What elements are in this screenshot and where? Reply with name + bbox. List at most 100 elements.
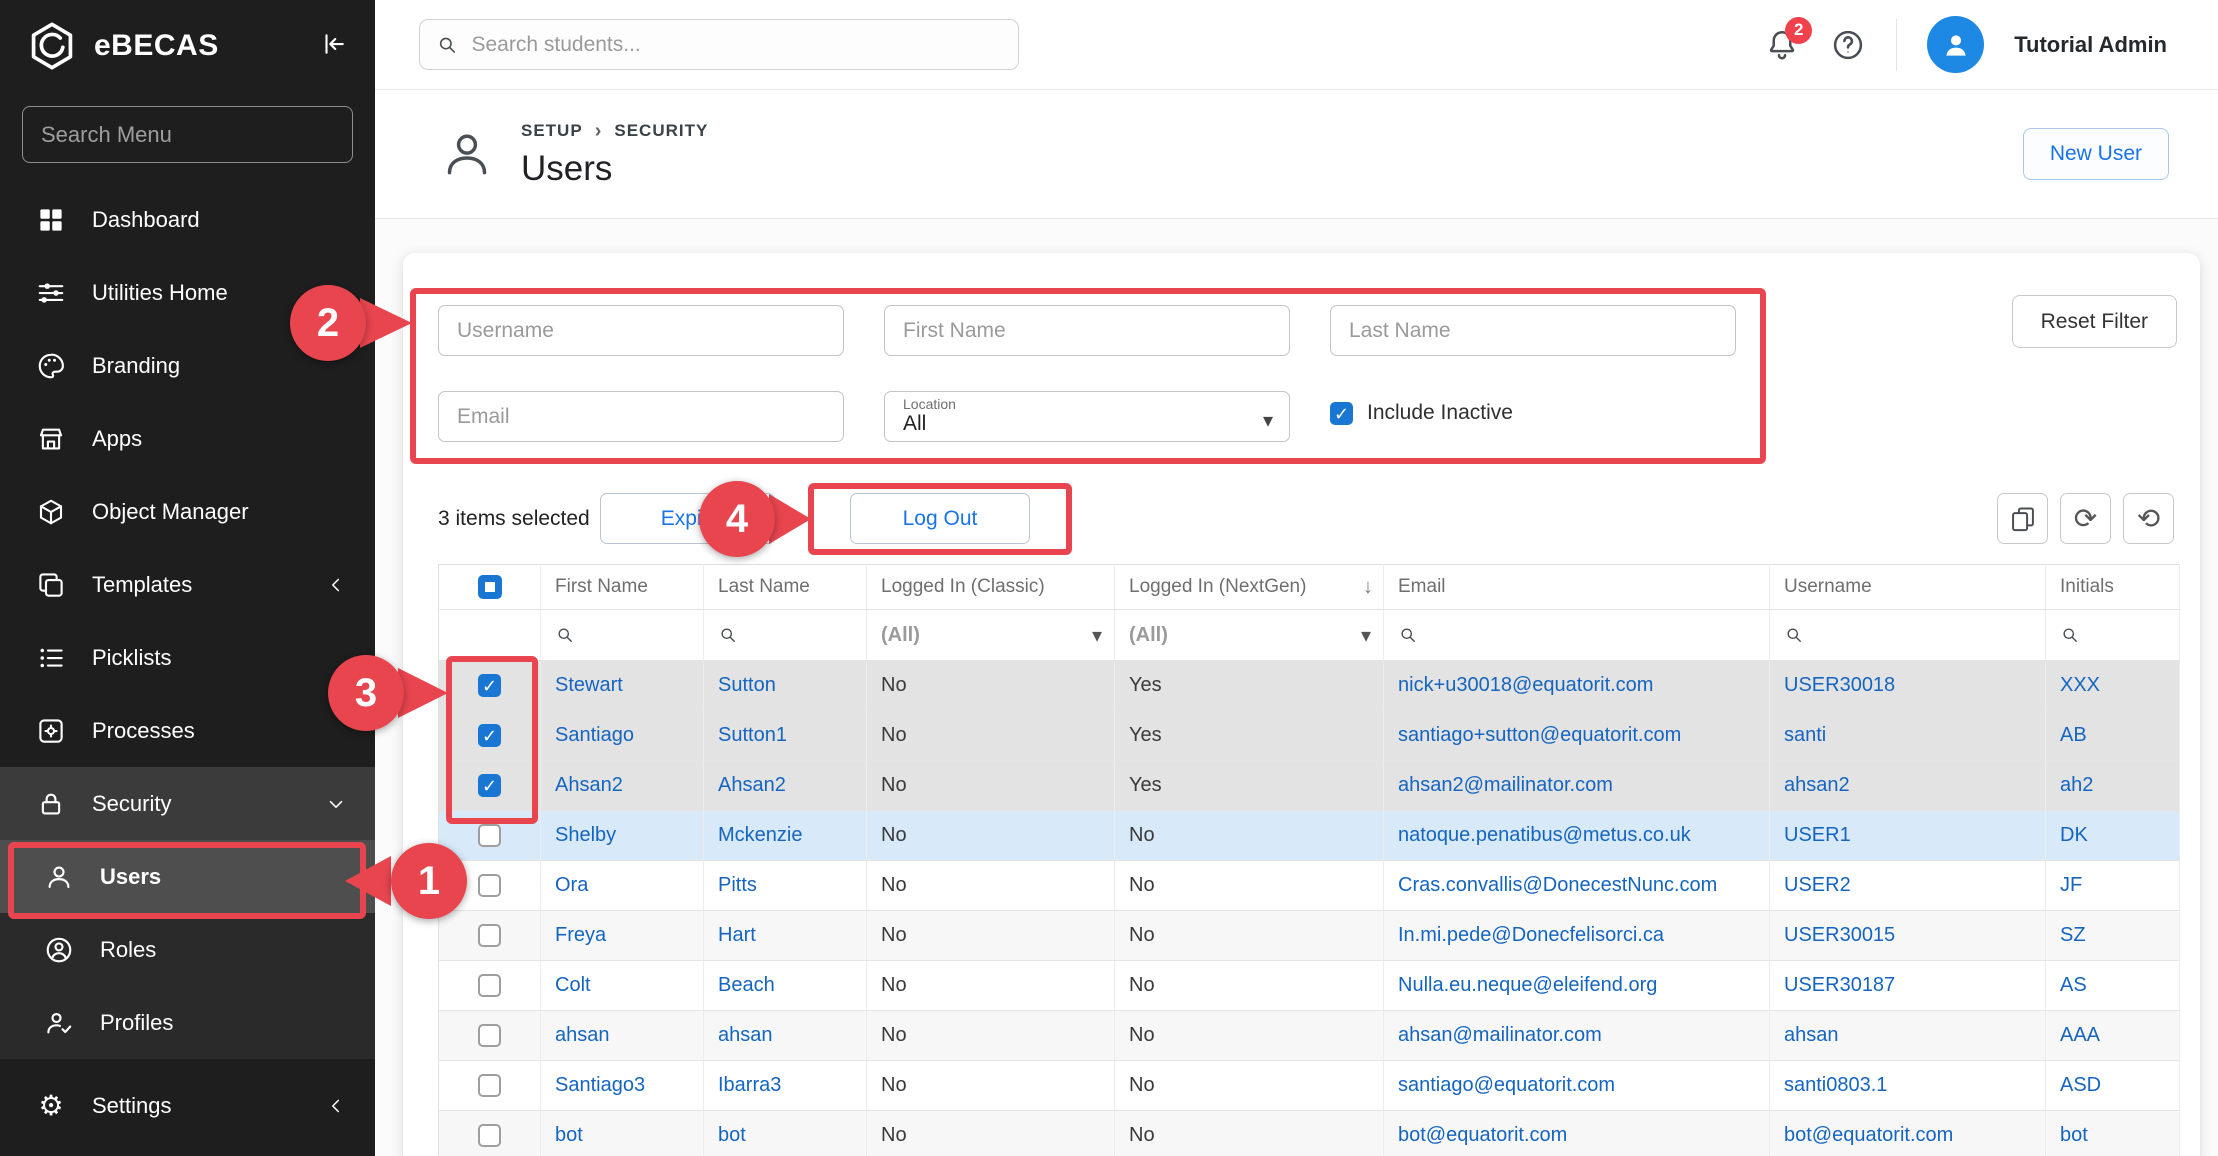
cell-last-name[interactable]: Beach — [718, 974, 775, 996]
log-out-button[interactable]: Log Out — [850, 493, 1030, 544]
avatar[interactable] — [1927, 16, 1984, 73]
sidebar-item-users[interactable]: Users — [0, 840, 375, 913]
cell-first-name[interactable]: Santiago — [555, 724, 634, 746]
cell-last-name[interactable]: Pitts — [718, 874, 757, 896]
cell-first-name[interactable]: Santiago3 — [555, 1074, 645, 1096]
row-checkbox[interactable] — [478, 1024, 501, 1047]
row-checkbox[interactable] — [478, 674, 501, 697]
table-row[interactable]: Santiago3 Ibarra3 No No santiago@equator… — [439, 1061, 2180, 1111]
row-checkbox[interactable] — [478, 774, 501, 797]
sidebar-item-security[interactable]: Security — [0, 767, 375, 840]
sidebar-item-branding[interactable]: Branding — [0, 329, 375, 402]
logged-in-nextgen-filter[interactable]: (All)▾ — [1115, 610, 1384, 661]
help-button[interactable] — [1830, 27, 1866, 63]
cell-email[interactable]: ahsan@mailinator.com — [1398, 1024, 1602, 1046]
export-button[interactable] — [1997, 493, 2048, 544]
column-header-first-name[interactable]: First Name — [541, 565, 704, 610]
cell-first-name[interactable]: ahsan — [555, 1024, 610, 1046]
last-name-filter-input[interactable] — [1330, 305, 1736, 356]
table-row[interactable]: Santiago Sutton1 No Yes santiago+sutton@… — [439, 711, 2180, 761]
cell-username[interactable]: USER1 — [1784, 824, 1851, 846]
cell-username[interactable]: USER30015 — [1784, 924, 1895, 946]
collapse-sidebar-icon[interactable] — [319, 29, 349, 64]
reset-filter-button[interactable]: Reset Filter — [2012, 295, 2177, 348]
breadcrumb-setup[interactable]: SETUP — [521, 121, 583, 141]
include-inactive-toggle[interactable]: Include Inactive — [1330, 401, 1513, 425]
cell-last-name[interactable]: Ibarra3 — [718, 1074, 781, 1096]
cell-initials[interactable]: DK — [2060, 824, 2088, 846]
cell-last-name[interactable]: Sutton — [718, 674, 776, 696]
row-checkbox[interactable] — [478, 724, 501, 747]
cell-initials[interactable]: ah2 — [2060, 774, 2093, 796]
table-row[interactable]: Stewart Sutton No Yes nick+u30018@equato… — [439, 661, 2180, 711]
column-header-username[interactable]: Username — [1770, 565, 2046, 610]
cell-initials[interactable]: XXX — [2060, 674, 2100, 696]
table-row[interactable]: Ahsan2 Ahsan2 No Yes ahsan2@mailinator.c… — [439, 761, 2180, 811]
sidebar-search-input[interactable] — [22, 106, 353, 163]
row-checkbox[interactable] — [478, 924, 501, 947]
cell-first-name[interactable]: bot — [555, 1124, 583, 1146]
column-header-last-name[interactable]: Last Name — [704, 565, 867, 610]
sidebar-item-settings[interactable]: ⚙ Settings — [0, 1069, 375, 1142]
cell-username[interactable]: santi — [1784, 724, 1826, 746]
cell-initials[interactable]: ASD — [2060, 1074, 2101, 1096]
column-header-logged-in-nextgen[interactable]: Logged In (NextGen)↓ — [1115, 565, 1384, 610]
location-select[interactable]: Location All ▾ — [884, 391, 1290, 442]
breadcrumb-security[interactable]: SECURITY — [614, 121, 708, 141]
row-checkbox[interactable] — [478, 974, 501, 997]
cell-initials[interactable]: AS — [2060, 974, 2087, 996]
cell-email[interactable]: nick+u30018@equatorit.com — [1398, 674, 1653, 696]
row-checkbox[interactable] — [478, 874, 501, 897]
row-checkbox[interactable] — [478, 824, 501, 847]
cell-email[interactable]: santiago+sutton@equatorit.com — [1398, 724, 1681, 746]
cell-email[interactable]: santiago@equatorit.com — [1398, 1074, 1615, 1096]
notifications-button[interactable]: 2 — [1764, 27, 1800, 63]
last-name-column-filter[interactable] — [704, 610, 867, 661]
cell-first-name[interactable]: Colt — [555, 974, 591, 996]
first-name-column-filter[interactable] — [541, 610, 704, 661]
column-header-email[interactable]: Email — [1384, 565, 1770, 610]
sidebar-item-templates[interactable]: Templates — [0, 548, 375, 621]
cell-username[interactable]: ahsan — [1784, 1024, 1839, 1046]
select-all-checkbox[interactable] — [478, 575, 502, 599]
cell-username[interactable]: santi0803.1 — [1784, 1074, 1887, 1096]
expire-button[interactable]: Expire — [600, 493, 775, 544]
cell-last-name[interactable]: Mckenzie — [718, 824, 802, 846]
column-header-logged-in-classic[interactable]: Logged In (Classic) — [867, 565, 1115, 610]
cell-last-name[interactable]: bot — [718, 1124, 746, 1146]
username-filter-input[interactable] — [438, 305, 844, 356]
table-row[interactable]: ahsan ahsan No No ahsan@mailinator.com a… — [439, 1011, 2180, 1061]
sidebar-item-roles[interactable]: Roles — [0, 913, 375, 986]
logged-in-classic-filter[interactable]: (All)▾ — [867, 610, 1115, 661]
column-header-initials[interactable]: Initials — [2046, 565, 2180, 610]
username-column-filter[interactable] — [1770, 610, 2046, 661]
cell-first-name[interactable]: Freya — [555, 924, 606, 946]
email-column-filter[interactable] — [1384, 610, 1770, 661]
sidebar-item-profiles[interactable]: Profiles — [0, 986, 375, 1059]
cell-email[interactable]: bot@equatorit.com — [1398, 1124, 1567, 1146]
row-checkbox[interactable] — [478, 1124, 501, 1147]
history-button[interactable]: ⟲ — [2123, 493, 2174, 544]
cell-first-name[interactable]: Ahsan2 — [555, 774, 623, 796]
cell-email[interactable]: Nulla.eu.neque@eleifend.org — [1398, 974, 1657, 996]
cell-first-name[interactable]: Shelby — [555, 824, 616, 846]
sidebar-item-picklists[interactable]: Picklists — [0, 621, 375, 694]
cell-username[interactable]: USER30187 — [1784, 974, 1895, 996]
table-row[interactable]: Freya Hart No No In.mi.pede@Donecfelisor… — [439, 911, 2180, 961]
sidebar-item-processes[interactable]: Processes — [0, 694, 375, 767]
sidebar-item-object-manager[interactable]: Object Manager — [0, 475, 375, 548]
include-inactive-checkbox[interactable] — [1330, 402, 1353, 425]
table-row[interactable]: bot bot No No bot@equatorit.com bot@equa… — [439, 1111, 2180, 1156]
cell-email[interactable]: Cras.convallis@DonecestNunc.com — [1398, 874, 1717, 896]
cell-username[interactable]: bot@equatorit.com — [1784, 1124, 1953, 1146]
cell-last-name[interactable]: ahsan — [718, 1024, 773, 1046]
cell-email[interactable]: ahsan2@mailinator.com — [1398, 774, 1613, 796]
new-user-button[interactable]: New User — [2023, 128, 2169, 180]
cell-initials[interactable]: JF — [2060, 874, 2082, 896]
cell-username[interactable]: USER2 — [1784, 874, 1851, 896]
sidebar-item-apps[interactable]: Apps — [0, 402, 375, 475]
row-checkbox[interactable] — [478, 1074, 501, 1097]
table-row[interactable]: Shelby Mckenzie No No natoque.penatibus@… — [439, 811, 2180, 861]
table-row[interactable]: Ora Pitts No No Cras.convallis@DonecestN… — [439, 861, 2180, 911]
cell-last-name[interactable]: Hart — [718, 924, 756, 946]
